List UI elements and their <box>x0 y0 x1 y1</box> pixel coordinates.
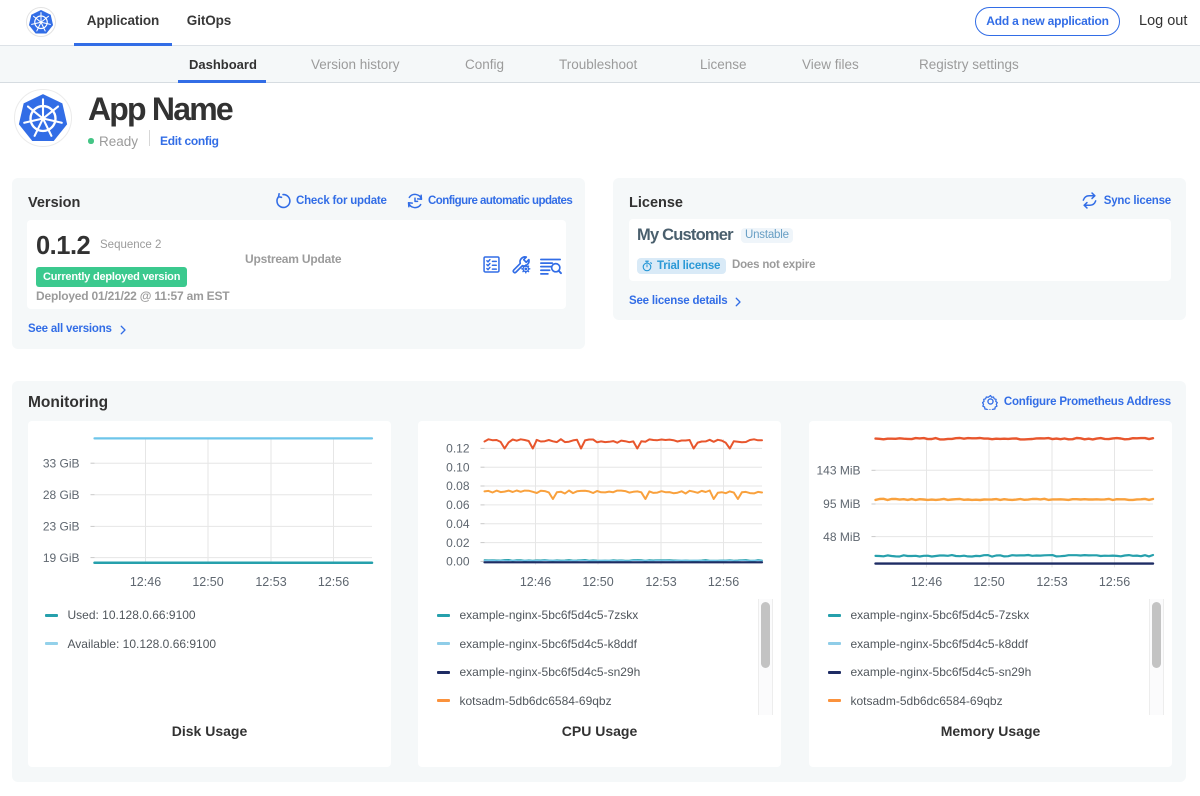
svg-text:12:50: 12:50 <box>192 575 223 589</box>
svg-text:0.00: 0.00 <box>446 555 470 569</box>
svg-text:12:46: 12:46 <box>520 575 551 589</box>
svg-text:95 MiB: 95 MiB <box>823 497 860 511</box>
svg-text:12:56: 12:56 <box>708 575 739 589</box>
svg-text:12:56: 12:56 <box>318 575 349 589</box>
svg-text:12:53: 12:53 <box>255 575 286 589</box>
svg-text:143 MiB: 143 MiB <box>816 464 860 478</box>
svg-text:12:50: 12:50 <box>582 575 613 589</box>
svg-text:12:56: 12:56 <box>1099 575 1130 589</box>
svg-text:0.12: 0.12 <box>446 442 470 456</box>
svg-text:12:46: 12:46 <box>130 575 161 589</box>
svg-text:12:50: 12:50 <box>973 575 1004 589</box>
svg-text:28 GiB: 28 GiB <box>43 488 80 502</box>
svg-text:0.02: 0.02 <box>446 536 470 550</box>
svg-text:12:53: 12:53 <box>645 575 676 589</box>
svg-text:19 GiB: 19 GiB <box>43 551 80 565</box>
svg-text:0.08: 0.08 <box>446 479 470 493</box>
svg-text:12:53: 12:53 <box>1036 575 1067 589</box>
svg-text:0.10: 0.10 <box>446 460 470 474</box>
svg-text:0.04: 0.04 <box>446 517 470 531</box>
svg-text:48 MiB: 48 MiB <box>823 530 860 544</box>
svg-text:33 GiB: 33 GiB <box>43 456 80 470</box>
svg-text:12:46: 12:46 <box>911 575 942 589</box>
svg-text:23 GiB: 23 GiB <box>43 520 80 534</box>
svg-text:0.06: 0.06 <box>446 498 470 512</box>
